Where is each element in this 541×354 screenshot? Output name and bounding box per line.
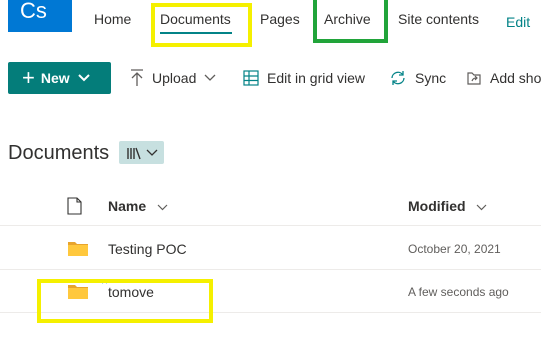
page-title: Documents [8,142,110,164]
nav-active-indicator [160,32,232,34]
folder-icon [68,242,88,256]
new-button[interactable]: + New [8,62,111,94]
list-header: Name Modified [0,186,541,226]
file-name-link[interactable]: tomove [108,284,154,300]
add-shortcut-label: Add sho [490,70,541,86]
nav-item-home[interactable]: Home [94,11,131,27]
new-button-label: New [40,70,70,86]
modified-date: October 20, 2021 [408,242,501,256]
upload-icon [131,69,143,86]
column-header-modified-label: Modified [408,198,466,214]
command-bar: + New Upload Edit in grid view Sync Add … [0,62,541,94]
column-header-name-label: Name [108,198,147,214]
column-header-name[interactable]: Name [108,198,168,216]
chevron-down-icon [476,204,487,211]
chevron-down-icon [146,149,157,156]
add-shortcut-button[interactable]: Add sho [466,62,541,94]
modified-date: A few seconds ago [408,285,509,299]
plus-icon: + [22,65,35,90]
nav-item-pages[interactable]: Pages [260,11,300,27]
add-shortcut-icon [467,72,481,85]
sync-label: Sync [415,70,447,86]
chevron-down-icon [77,74,90,82]
library-icon [126,147,141,159]
chevron-down-icon [204,74,216,81]
nav-edit-link[interactable]: Edit [506,14,530,30]
sync-button[interactable]: Sync [389,62,446,94]
nav-item-archive[interactable]: Archive [324,11,371,27]
table-row[interactable]: Testing POC October 20, 2021 [0,227,541,270]
file-type-icon [67,197,82,215]
sync-icon [391,71,405,85]
upload-button[interactable]: Upload [130,62,224,94]
site-navigation: Home Documents Pages Archive Site conten… [0,0,541,42]
library-views-button[interactable] [119,141,164,164]
table-row[interactable]: tomove A few seconds ago [0,270,541,313]
nav-item-site-contents[interactable]: Site contents [398,11,479,27]
file-name-link[interactable]: Testing POC [108,241,187,257]
column-header-modified[interactable]: Modified [408,198,487,216]
edit-grid-view-button[interactable]: Edit in grid view [243,62,365,94]
folder-icon [68,285,88,299]
chevron-down-icon [157,204,168,211]
nav-item-documents[interactable]: Documents [160,11,231,27]
grid-icon [243,70,259,86]
edit-grid-view-label: Edit in grid view [267,70,366,86]
upload-label: Upload [152,70,197,86]
